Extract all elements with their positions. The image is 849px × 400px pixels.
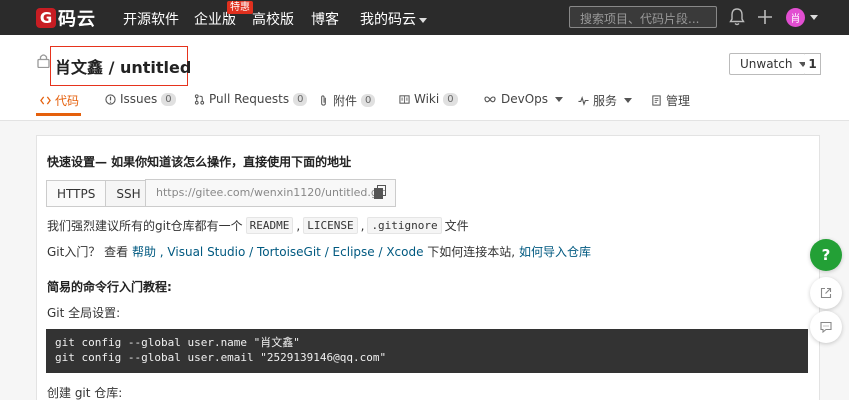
help-link[interactable]: 帮助	[132, 245, 156, 259]
git-setup-label: Git 全局设置:	[47, 306, 121, 320]
share-button[interactable]	[810, 277, 842, 309]
git-intro-text: Git入门？ 查看 帮助 , Visual Studio / TortoiseG…	[47, 243, 591, 260]
unwatch-label: Unwatch	[740, 57, 793, 71]
copy-icon[interactable]	[374, 185, 386, 199]
count-badge: 0	[443, 92, 458, 106]
bell-icon[interactable]	[729, 8, 745, 26]
ide-tools-link[interactable]: , Visual Studio / TortoiseGit / Eclipse …	[156, 245, 424, 259]
tab-devops[interactable]: DevOps	[483, 92, 564, 106]
quick-setup-title: 快速设置— 如果你知道该怎么操作，直接使用下面的地址	[47, 155, 352, 169]
top-navbar: G 码云 开源软件 企业版 特惠 高校版 博客 我的码云 搜索项目、代码片段..…	[0, 0, 849, 35]
count-badge: 0	[161, 92, 176, 106]
clone-url-field[interactable]: https://gitee.com/wenxin1120/untitled.gi…	[145, 179, 396, 207]
tab-label: DevOps	[501, 92, 549, 106]
chevron-down-icon	[624, 98, 633, 103]
project-header: 肖文鑫 / untitled Unwatch 1	[0, 35, 849, 121]
recommend-suffix: 文件	[444, 219, 469, 233]
recommend-files-text: 我们强烈建议所有的git仓库都有一个 README, LICENSE, .git…	[47, 217, 469, 234]
nav-my-gitee[interactable]: 我的码云	[360, 9, 427, 29]
logo-text: 码云	[58, 9, 96, 30]
gitee-logo[interactable]: G 码云	[36, 7, 96, 30]
tab-manage[interactable]: 管理	[651, 92, 690, 109]
tab-pull-requests[interactable]: Pull Requests 0	[194, 92, 308, 106]
watch-count[interactable]: 1	[805, 53, 821, 75]
nav-my-gitee-label: 我的码云	[360, 12, 416, 28]
document-icon	[652, 95, 661, 106]
lock-icon	[37, 54, 50, 68]
tab-wiki[interactable]: Wiki 0	[399, 92, 458, 106]
feedback-button[interactable]	[810, 311, 842, 343]
create-repo-label: 创建 git 仓库:	[47, 386, 123, 400]
readme-chip: README	[245, 217, 294, 234]
code-line: git config --global user.name "肖文鑫"	[55, 336, 300, 349]
count-badge: 0	[361, 94, 376, 107]
project-title[interactable]: 肖文鑫 / untitled	[55, 54, 191, 78]
import-repo-link[interactable]: 如何导入仓库	[519, 245, 591, 259]
share-icon	[820, 287, 832, 299]
pulse-icon	[578, 95, 589, 106]
book-icon	[399, 94, 410, 104]
git-intro-prefix: Git入门？ 查看	[47, 245, 132, 259]
chevron-down-icon	[419, 17, 427, 23]
tab-label: 服务	[593, 94, 618, 108]
active-tab-indicator	[36, 113, 81, 116]
tab-label: Wiki	[414, 92, 440, 106]
tab-attachments[interactable]: 附件 0	[318, 92, 376, 109]
tab-issues[interactable]: Issues 0	[105, 92, 176, 106]
code-line: git config --global user.email "25291391…	[55, 351, 387, 364]
code-icon	[40, 96, 51, 105]
tab-label: 管理	[666, 94, 691, 108]
search-input[interactable]: 搜索项目、代码片段...	[569, 6, 717, 28]
avatar[interactable]: 肖	[786, 8, 805, 27]
pull-request-icon	[194, 93, 205, 105]
chevron-down-icon[interactable]	[810, 15, 818, 20]
count-badge: 0	[293, 92, 308, 106]
gitignore-chip: .gitignore	[367, 217, 442, 234]
tab-code[interactable]: 代码	[40, 92, 79, 109]
git-config-code-block[interactable]: git config --global user.name "肖文鑫" git c…	[46, 329, 808, 373]
chat-icon	[820, 321, 832, 333]
nav-open-source[interactable]: 开源软件	[123, 9, 179, 29]
tab-label: Issues	[120, 92, 158, 106]
tab-label: 代码	[55, 94, 80, 108]
tutorial-title: 简易的命令行入门教程:	[47, 280, 172, 294]
https-button[interactable]: HTTPS	[46, 180, 107, 207]
tab-services[interactable]: 服务	[578, 92, 633, 109]
infinity-icon	[484, 95, 496, 102]
nav-blog[interactable]: 博客	[311, 9, 339, 29]
git-intro-middle: 下如何连接本站,	[423, 245, 519, 259]
info-circle-icon	[105, 93, 116, 105]
protocol-switch: HTTPS SSH	[46, 180, 152, 207]
tab-label: 附件	[333, 94, 358, 108]
logo-mark: G	[36, 8, 56, 28]
chevron-down-icon	[555, 96, 564, 102]
enterprise-promo-badge: 特惠	[227, 1, 253, 14]
license-chip: LICENSE	[303, 217, 358, 234]
plus-icon[interactable]	[757, 9, 773, 25]
nav-education[interactable]: 高校版	[252, 9, 294, 29]
tab-label: Pull Requests	[209, 92, 290, 106]
recommend-prefix: 我们强烈建议所有的git仓库都有一个	[47, 219, 243, 233]
unwatch-button[interactable]: Unwatch	[729, 53, 808, 75]
paperclip-icon	[321, 95, 326, 106]
help-button[interactable]: ?	[810, 239, 842, 271]
